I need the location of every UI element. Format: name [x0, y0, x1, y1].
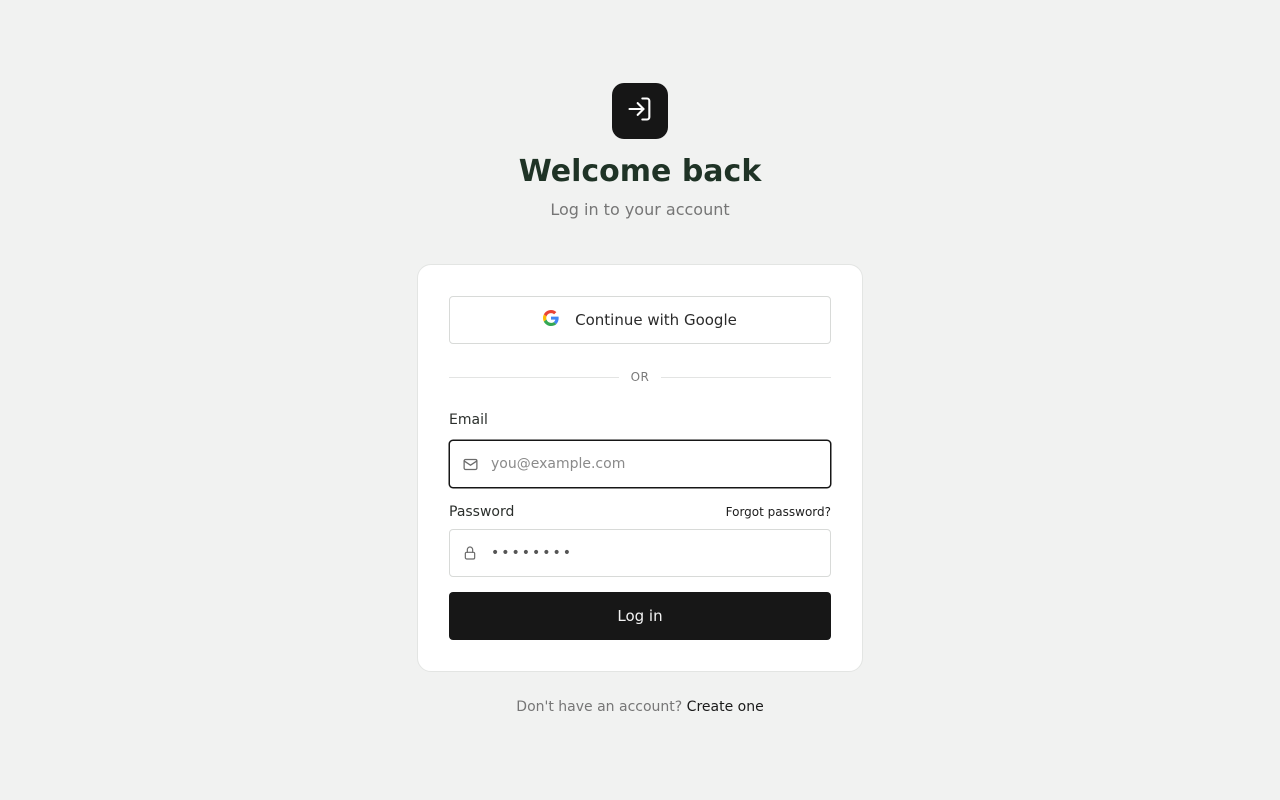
page-subtitle: Log in to your account [550, 200, 730, 219]
login-button[interactable]: Log in [449, 592, 831, 640]
password-field[interactable] [449, 529, 831, 577]
login-card: Continue with Google OR Email Password F… [417, 264, 863, 672]
create-account-link[interactable]: Create one [687, 699, 764, 715]
continue-with-google-button[interactable]: Continue with Google [449, 296, 831, 344]
divider-label: OR [630, 370, 650, 384]
password-input[interactable] [491, 545, 811, 561]
email-label: Email [449, 412, 488, 428]
page-title: Welcome back [518, 154, 762, 189]
mail-icon [461, 455, 479, 473]
app-logo [612, 83, 668, 139]
divider-line-left [449, 376, 619, 378]
forgot-password-link[interactable]: Forgot password? [726, 505, 831, 519]
email-field[interactable] [449, 440, 831, 488]
lock-icon [461, 544, 479, 562]
or-divider: OR [449, 367, 832, 387]
login-arrow-icon [626, 95, 654, 127]
google-g-icon [543, 310, 559, 330]
password-label: Password [449, 504, 515, 520]
login-page: Welcome back Log in to your account Cont… [0, 0, 1280, 800]
signup-prompt: Don't have an account? Create one [0, 698, 1280, 716]
signup-prompt-text: Don't have an account? [516, 699, 683, 715]
email-input[interactable] [491, 456, 811, 472]
divider-line-right [661, 376, 832, 378]
google-button-label: Continue with Google [575, 311, 737, 329]
